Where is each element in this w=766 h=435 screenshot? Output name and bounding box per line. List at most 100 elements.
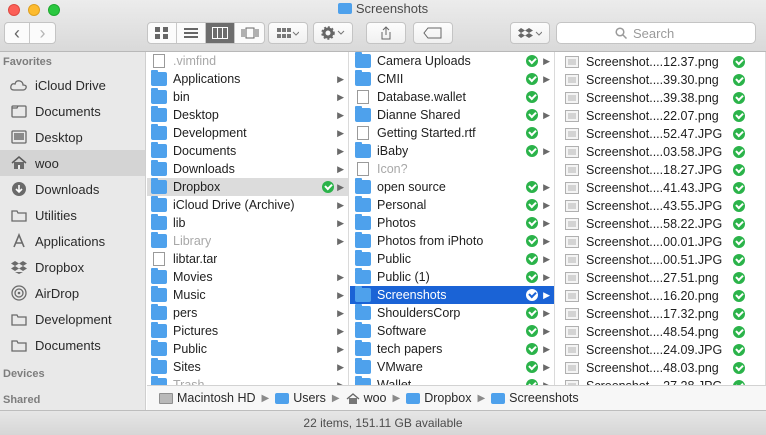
path-segment-label: woo [363,391,387,405]
column-view-button[interactable] [206,23,235,43]
sidebar-item-development[interactable]: Development [0,306,145,332]
file-row[interactable]: Music ▶ [147,286,348,304]
disclosure-arrow-icon: ▶ [543,199,550,210]
file-row[interactable]: VMware ▶ [350,358,554,376]
status-text: 22 items, 151.11 GB available [303,416,463,430]
file-name: Screenshot....39.38.png [586,91,719,105]
action-button[interactable] [313,22,353,44]
file-row[interactable]: Photos ▶ [350,214,554,232]
dropbox-menu-button[interactable] [510,22,550,44]
sidebar-item-downloads[interactable]: Downloads [0,176,145,202]
file-row[interactable]: Screenshot....48.03.png [556,359,765,377]
file-row[interactable]: lib ▶ [147,214,348,232]
file-name: Screenshot....43.55.JPG [586,199,723,213]
path-segment-dropbox[interactable]: Dropbox [406,391,471,405]
file-row[interactable]: iCloud Drive (Archive) ▶ [147,196,348,214]
file-row[interactable]: Screenshot....27.51.png [556,269,765,287]
file-row[interactable]: open source ▶ [350,178,554,196]
sidebar-item-dropbox[interactable]: Dropbox [0,254,145,280]
file-row[interactable]: Software ▶ [350,322,554,340]
list-view-button[interactable] [177,23,206,43]
file-row[interactable]: Public ▶ [350,250,554,268]
disclosure-arrow-icon: ▶ [543,181,550,192]
path-segment-users[interactable]: Users [275,391,326,405]
file-row[interactable]: Icon? [350,160,554,178]
file-row[interactable]: Screenshot....39.38.png [556,89,765,107]
file-row[interactable]: Desktop ▶ [147,106,348,124]
path-segment-macintosh-hd[interactable]: Macintosh HD [159,391,256,405]
arrange-button[interactable] [268,22,308,44]
sidebar-item-airdrop[interactable]: AirDrop [0,280,145,306]
file-row[interactable]: Library ▶ [147,232,348,250]
file-row[interactable]: Database.wallet [350,88,554,106]
file-row[interactable]: Personal ▶ [350,196,554,214]
file-row[interactable]: CMII ▶ [350,70,554,88]
column-home: .vimfind Applications ▶ bin ▶ Desktop ▶ Develop… [147,52,349,394]
file-row[interactable]: Downloads ▶ [147,160,348,178]
file-row[interactable]: Pictures ▶ [147,322,348,340]
file-row[interactable]: Screenshot....24.09.JPG [556,341,765,359]
file-row[interactable]: Getting Started.rtf [350,124,554,142]
disclosure-arrow-icon: ▶ [543,55,550,66]
back-button[interactable]: ‹ [5,23,30,43]
file-row[interactable]: Camera Uploads ▶ [350,52,554,70]
file-row[interactable]: Screenshot....52.47.JPG [556,125,765,143]
file-row[interactable]: libtar.tar [147,250,348,268]
file-row[interactable]: pers ▶ [147,304,348,322]
file-row[interactable]: tech papers ▶ [350,340,554,358]
file-row[interactable]: Screenshot....16.20.png [556,287,765,305]
file-row[interactable]: Screenshot....39.30.png [556,71,765,89]
sidebar-header-devices: Devices [3,368,45,380]
path-segment-screenshots[interactable]: Screenshots [491,391,579,405]
file-row[interactable]: Screenshot....58.22.JPG [556,215,765,233]
search-field[interactable]: Search [556,22,756,44]
file-row[interactable]: Documents ▶ [147,142,348,160]
file-row[interactable]: Applications ▶ [147,70,348,88]
file-row[interactable]: Screenshot....12.37.png [556,53,765,71]
cover-flow-view-button[interactable] [235,23,264,43]
file-row[interactable]: bin ▶ [147,88,348,106]
file-row[interactable]: Screenshot....27.28.JPG [556,377,765,385]
folder-icon [151,304,167,320]
folder-icon [10,336,28,354]
icon-view-button[interactable] [148,23,177,43]
file-row[interactable]: iBaby ▶ [350,142,554,160]
file-row[interactable]: Development ▶ [147,124,348,142]
file-row[interactable]: Screenshot....43.55.JPG [556,197,765,215]
file-row[interactable]: Photos from iPhoto ▶ [350,232,554,250]
sidebar-item-utilities[interactable]: Utilities [0,202,145,228]
sidebar-item-desktop[interactable]: Desktop [0,124,145,150]
sync-complete-icon [526,235,538,247]
share-button[interactable] [366,22,406,44]
sidebar-item-icloud-drive[interactable]: iCloud Drive [0,72,145,98]
sidebar-item-documents[interactable]: Documents [0,332,145,358]
sidebar-item-documents[interactable]: Documents [0,98,145,124]
file-row[interactable]: .vimfind [147,52,348,70]
file-row[interactable]: Public (1) ▶ [350,268,554,286]
file-row[interactable]: Screenshot....41.43.JPG [556,179,765,197]
path-segment-woo[interactable]: woo [346,391,387,405]
file-row[interactable]: ShouldersCorp ▶ [350,304,554,322]
file-row[interactable]: Screenshot....00.51.JPG [556,251,765,269]
file-row[interactable]: Public ▶ [147,340,348,358]
file-row[interactable]: Screenshots ▶ [350,286,554,304]
disclosure-arrow-icon: ▶ [337,343,344,354]
file-row[interactable]: Dianne Shared ▶ [350,106,554,124]
folder-icon [355,340,371,356]
forward-button[interactable]: › [30,23,55,43]
folder-icon [355,214,371,230]
file-row[interactable]: Screenshot....03.58.JPG [556,143,765,161]
document-icon [153,252,165,266]
file-row[interactable]: Screenshot....22.07.png [556,107,765,125]
file-row[interactable]: Dropbox ▶ [147,178,348,196]
sidebar-item-applications[interactable]: Applications [0,228,145,254]
file-row[interactable]: Screenshot....18.27.JPG [556,161,765,179]
file-name: ShouldersCorp [377,306,461,320]
file-row[interactable]: Sites ▶ [147,358,348,376]
file-row[interactable]: Screenshot....48.54.png [556,323,765,341]
file-row[interactable]: Screenshot....00.01.JPG [556,233,765,251]
sidebar-item-woo[interactable]: woo [0,150,145,176]
tags-button[interactable] [413,22,453,44]
file-row[interactable]: Movies ▶ [147,268,348,286]
file-row[interactable]: Screenshot....17.32.png [556,305,765,323]
